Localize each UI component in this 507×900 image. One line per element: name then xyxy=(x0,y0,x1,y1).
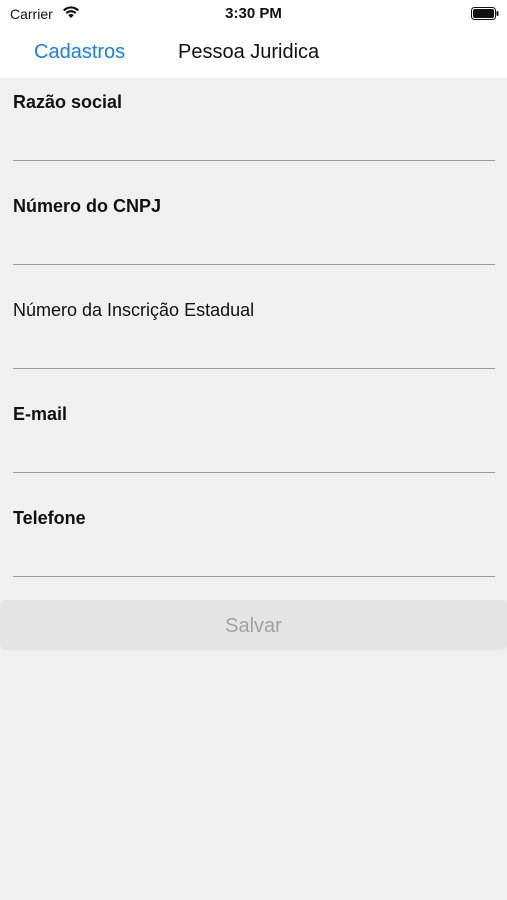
razao-social-label: Razão social xyxy=(13,92,123,112)
cnpj-label: Número do CNPJ xyxy=(13,196,162,216)
inscricao-estadual-label: Número da Inscrição Estadual xyxy=(13,300,255,320)
navigation-bar: Cadastros Pessoa Juridica xyxy=(0,28,507,78)
inscricao-estadual-input[interactable] xyxy=(13,328,495,369)
telefone-input[interactable] xyxy=(13,536,495,577)
email-label: E-mail xyxy=(13,404,68,424)
razao-social-field: Razão social xyxy=(13,78,495,178)
telefone-label: Telefone xyxy=(13,508,86,528)
battery-icon xyxy=(471,7,499,20)
email-input[interactable] xyxy=(13,432,495,473)
email-field: E-mail xyxy=(13,390,495,490)
cnpj-field: Número do CNPJ xyxy=(13,182,495,282)
page-title: Pessoa Juridica xyxy=(178,41,320,63)
cnpj-input[interactable] xyxy=(13,224,495,265)
save-button[interactable]: Salvar xyxy=(0,600,507,650)
status-bar: Carrier 3:30 PM xyxy=(0,0,507,28)
razao-social-input[interactable] xyxy=(13,120,495,161)
status-time: 3:30 PM xyxy=(225,5,282,22)
inscricao-estadual-field: Número da Inscrição Estadual xyxy=(13,286,495,386)
back-button[interactable]: Cadastros xyxy=(34,41,125,64)
telefone-field: Telefone xyxy=(13,494,495,594)
